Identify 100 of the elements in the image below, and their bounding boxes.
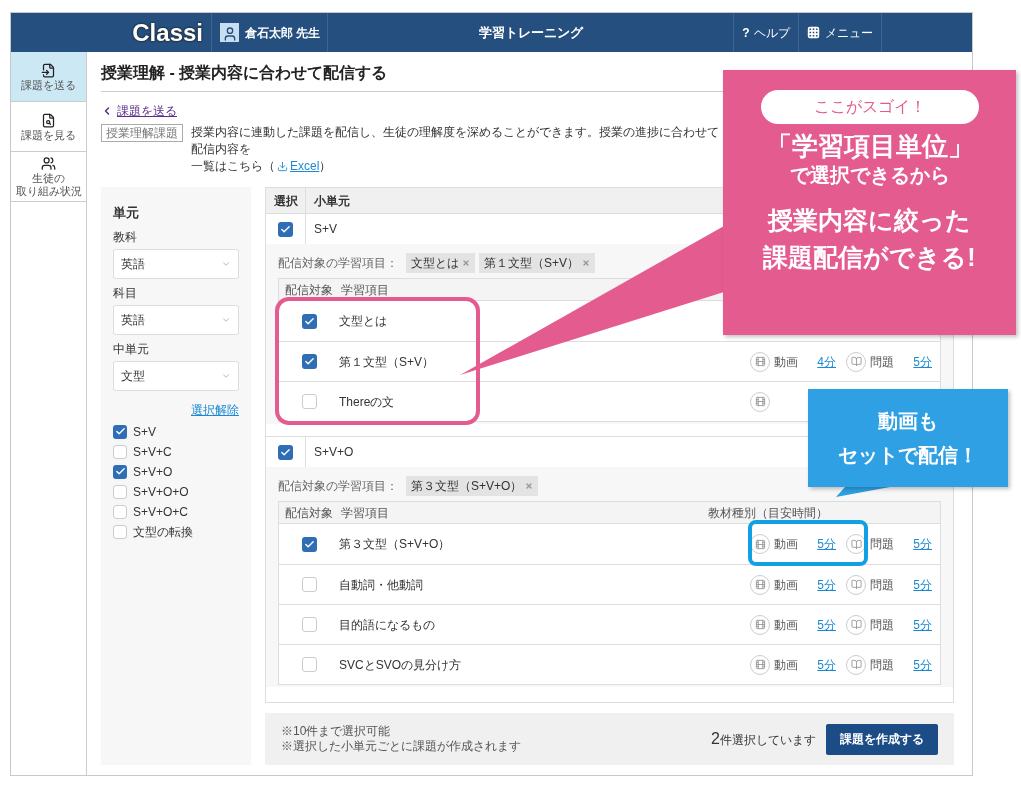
item-tag[interactable]: 第１文型（S+V） (479, 253, 595, 273)
select-label: 科目 (113, 284, 138, 302)
check-icon (303, 315, 315, 327)
checkbox[interactable] (278, 221, 293, 237)
time-link[interactable]: 5分 (817, 615, 836, 634)
callout-text: 課題配信ができる! (763, 242, 976, 273)
checkbox[interactable] (301, 617, 317, 632)
footer-note: ※選択した小単元ごとに課題が作成されます (281, 739, 521, 754)
footer-note: ※10件まで選択可能 (281, 724, 392, 739)
option-label: S+V+O+O (133, 484, 189, 499)
check-icon (280, 446, 291, 458)
column-header: 配信対象 (284, 504, 334, 522)
item-tag[interactable]: 第３文型（S+V+O） (406, 476, 539, 496)
list-text-end: ） (319, 158, 332, 175)
remove-icon (582, 259, 590, 267)
selection-count: 2件選択しています (711, 729, 816, 749)
select-field[interactable]: 英語 (113, 304, 239, 335)
material-label: 問題 (870, 656, 894, 674)
category-tag: 授業理解課題 (101, 124, 183, 142)
checkbox[interactable] (113, 484, 127, 499)
time-link[interactable]: 5分 (817, 575, 836, 594)
rail-item[interactable]: 課題を送る (11, 52, 86, 102)
excel-link[interactable]: Excel (290, 158, 320, 175)
material-label: 問題 (870, 536, 894, 553)
option-label: S+V+O (133, 464, 173, 479)
item-tag[interactable]: 文型とは (406, 253, 475, 273)
remove-icon (462, 259, 470, 267)
description-text: 授業内容に連動した課題を配信し、生徒の理解度を深めることができます。授業の進捗に合わせて配信内容を (191, 124, 720, 158)
time-link[interactable]: 5分 (913, 535, 932, 553)
list-text: 一覧はこちら（ (191, 158, 275, 175)
item-name: Thereの文 (339, 393, 395, 411)
checkbox[interactable] (113, 464, 127, 479)
column-header: 学習項目 (341, 504, 389, 522)
checkbox[interactable] (113, 504, 127, 519)
material-label: 動画 (774, 576, 798, 594)
user-name[interactable]: 倉石太郎 先生 (245, 23, 321, 42)
select-field[interactable]: 文型 (113, 360, 239, 391)
highlight-badge: ここがスゴイ！ (760, 90, 979, 124)
checkbox[interactable] (301, 394, 317, 409)
unit-name: S+V+O (313, 444, 354, 461)
column-header: 小単元 (313, 192, 350, 210)
item-name: 文型とは (339, 313, 387, 330)
remove-icon (525, 482, 534, 490)
check-icon (114, 466, 126, 477)
option-label: S+V (133, 424, 156, 439)
time-link[interactable]: 5分 (817, 535, 836, 553)
option-label: 文型の転換 (133, 524, 193, 539)
download-icon (277, 161, 288, 172)
checkbox[interactable] (301, 354, 317, 369)
help-button[interactable]: ? ヘルプ (733, 13, 798, 52)
check-icon (303, 538, 315, 550)
item-name: 目的語になるもの (339, 616, 435, 634)
menu-button[interactable]: メニュー (798, 13, 882, 52)
grid-icon (807, 26, 820, 39)
check-icon (114, 426, 126, 437)
callout-text: で選択できるから (789, 163, 950, 188)
unit-name: S+V (313, 221, 337, 238)
time-link[interactable]: 5分 (913, 615, 932, 634)
column-header: 選択 (266, 188, 306, 213)
time-link[interactable]: 4分 (817, 352, 836, 371)
select-field[interactable]: 英語 (113, 248, 239, 279)
select-label: 中単元 (113, 340, 150, 358)
checkbox[interactable] (301, 536, 317, 552)
column-header: 学習項目 (341, 281, 389, 299)
checkbox[interactable] (113, 444, 127, 459)
people-icon (41, 156, 56, 171)
time-link[interactable]: 5分 (913, 655, 932, 674)
option-label: S+V+O+C (133, 504, 189, 519)
check-icon (303, 356, 315, 367)
create-button[interactable]: 課題を作成する (826, 723, 938, 755)
checkbox[interactable] (278, 444, 293, 460)
time-link[interactable]: 5分 (913, 352, 932, 371)
checkbox[interactable] (301, 657, 317, 672)
item-name: SVCとSVOの見分け方 (339, 656, 461, 674)
checkbox[interactable] (301, 313, 317, 329)
check-icon (280, 223, 291, 235)
material-label: 問題 (870, 353, 894, 371)
target-label: 配信対象の学習項目： (278, 478, 398, 495)
material-label: 動画 (774, 616, 798, 634)
callout-text: 授業内容に絞った (768, 205, 971, 236)
time-link[interactable]: 5分 (817, 655, 836, 674)
target-label: 配信対象の学習項目： (278, 255, 398, 272)
column-header: 教材種別（目安時間） (708, 504, 828, 522)
callout-text: 動画も (878, 409, 938, 434)
checkbox[interactable] (113, 524, 127, 539)
page-title: 授業理解 - 授業内容に合わせて配信する (101, 63, 388, 83)
clear-link[interactable]: 選択解除 (191, 400, 239, 419)
document-arrow-icon (41, 62, 56, 78)
back-link[interactable]: 課題を送る (117, 102, 177, 120)
logo[interactable]: Classi (132, 14, 203, 51)
time-link[interactable]: 5分 (913, 575, 932, 594)
item-name: 自動詞・他動詞 (339, 576, 423, 594)
item-name: 第１文型（S+V） (339, 353, 434, 371)
document-search-icon (41, 112, 56, 128)
filter-heading: 単元 (113, 204, 140, 222)
book-icon (846, 654, 866, 675)
checkbox[interactable] (113, 424, 127, 439)
column-header: 配信対象 (284, 281, 334, 299)
material-label: 動画 (774, 536, 798, 553)
checkbox[interactable] (301, 577, 317, 592)
